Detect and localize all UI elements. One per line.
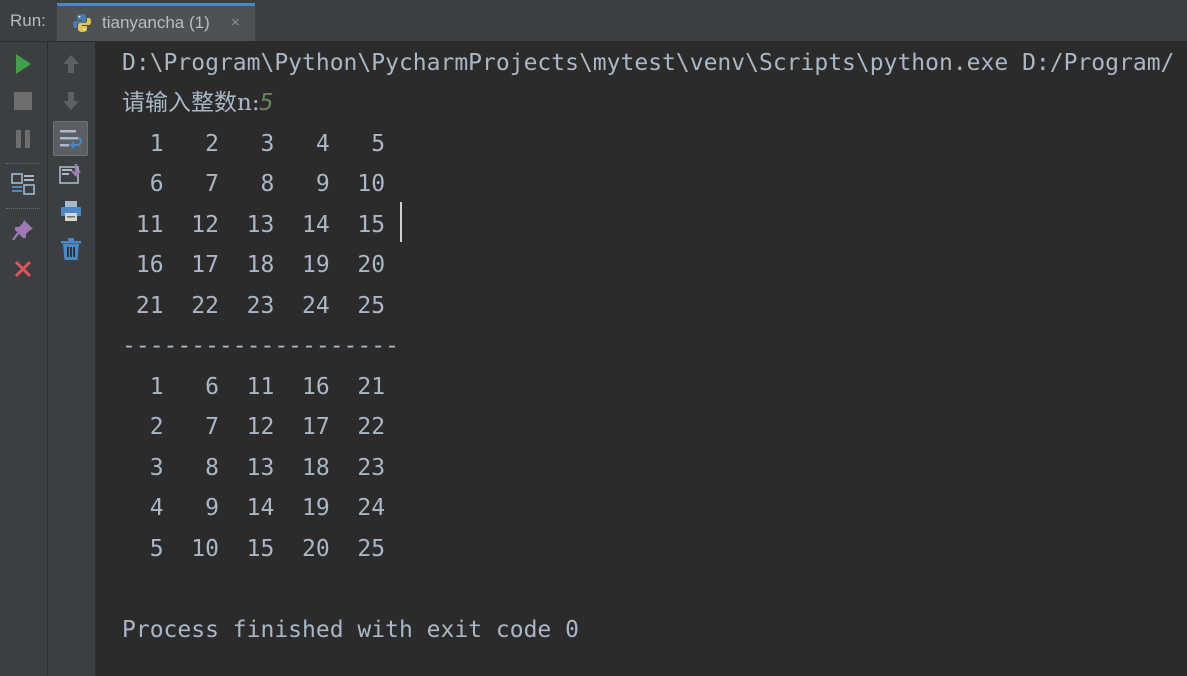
exit-message: Process finished with exit code 0 xyxy=(122,617,579,643)
text-caret xyxy=(400,202,402,242)
output-row: 1 6 11 16 21 xyxy=(122,374,386,400)
toolbar-separator xyxy=(6,208,40,209)
command-line: D:\Program\Python\PycharmProjects\mytest… xyxy=(122,50,1175,76)
stop-icon[interactable] xyxy=(7,85,39,117)
run-toolbar-primary xyxy=(0,42,48,676)
run-label: Run: xyxy=(10,11,46,30)
run-tool-window-header: Run: tianyancha (1) × xyxy=(0,0,1187,42)
separator-line: -------------------- xyxy=(122,333,399,359)
scroll-to-end-icon[interactable] xyxy=(55,158,87,190)
prompt-text: 请输入整数n: xyxy=(122,90,260,116)
output-row: 6 7 8 9 10 xyxy=(122,171,386,197)
pin-icon[interactable] xyxy=(7,214,39,246)
tab-title: tianyancha (1) xyxy=(102,13,210,32)
output-row: 4 9 14 19 24 xyxy=(122,495,386,521)
output-row: 1 2 3 4 5 xyxy=(122,131,386,157)
output-row: 11 12 13 14 15 xyxy=(122,212,386,238)
layout-icon[interactable] xyxy=(7,168,39,200)
prompt-line: 请输入整数n:5 xyxy=(122,86,273,120)
output-row: 16 17 18 19 20 xyxy=(122,252,386,278)
output-row: 3 8 13 18 23 xyxy=(122,455,386,481)
output-row: 21 22 23 24 25 xyxy=(122,293,386,319)
print-icon[interactable] xyxy=(55,195,87,227)
soft-wrap-icon[interactable] xyxy=(53,121,88,156)
up-arrow-icon[interactable] xyxy=(55,48,87,80)
toolbar-separator xyxy=(6,163,40,164)
output-row: 5 10 15 20 25 xyxy=(122,536,386,562)
user-input-value: 5 xyxy=(259,90,274,116)
tab-close-icon[interactable]: × xyxy=(231,6,240,40)
run-icon[interactable] xyxy=(7,48,39,80)
run-toolbar-secondary xyxy=(48,42,96,676)
trash-icon[interactable] xyxy=(55,233,87,265)
output-row: 2 7 12 17 22 xyxy=(122,414,386,440)
down-arrow-icon[interactable] xyxy=(55,85,87,117)
console-output[interactable]: D:\Program\Python\PycharmProjects\mytest… xyxy=(96,42,1187,676)
pause-icon[interactable] xyxy=(7,123,39,155)
close-icon[interactable] xyxy=(7,253,39,285)
python-icon xyxy=(72,13,92,33)
tab-tianyancha[interactable]: tianyancha (1) × xyxy=(57,3,255,41)
